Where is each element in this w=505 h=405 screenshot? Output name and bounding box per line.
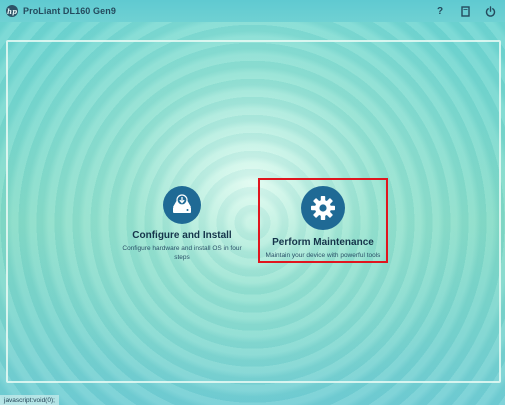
documentation-icon[interactable] bbox=[459, 5, 471, 17]
configure-description-line-1: Configure hardware and install OS in fou… bbox=[122, 245, 242, 252]
configure-and-install-description: Configure hardware and install OS in fou… bbox=[112, 244, 252, 262]
app-title: ProLiant DL160 Gen9 bbox=[23, 6, 116, 16]
help-icon[interactable]: ? bbox=[434, 5, 446, 17]
hp-logo: hp bbox=[6, 5, 18, 17]
configure-and-install-title: Configure and Install bbox=[132, 230, 232, 241]
configure-and-install-tile[interactable]: Configure and Install Configure hardware… bbox=[112, 186, 252, 262]
top-bar: hp ProLiant DL160 Gen9 ? bbox=[0, 0, 505, 22]
selection-highlight bbox=[258, 178, 388, 263]
configure-description-line-2: steps bbox=[174, 254, 190, 261]
top-actions: ? bbox=[434, 5, 499, 17]
status-bar: javascript:void(0); bbox=[0, 395, 59, 405]
download-drive-icon bbox=[163, 186, 201, 224]
power-icon[interactable] bbox=[484, 5, 496, 17]
main-panel bbox=[6, 40, 501, 383]
status-bar-text: javascript:void(0); bbox=[4, 396, 55, 404]
